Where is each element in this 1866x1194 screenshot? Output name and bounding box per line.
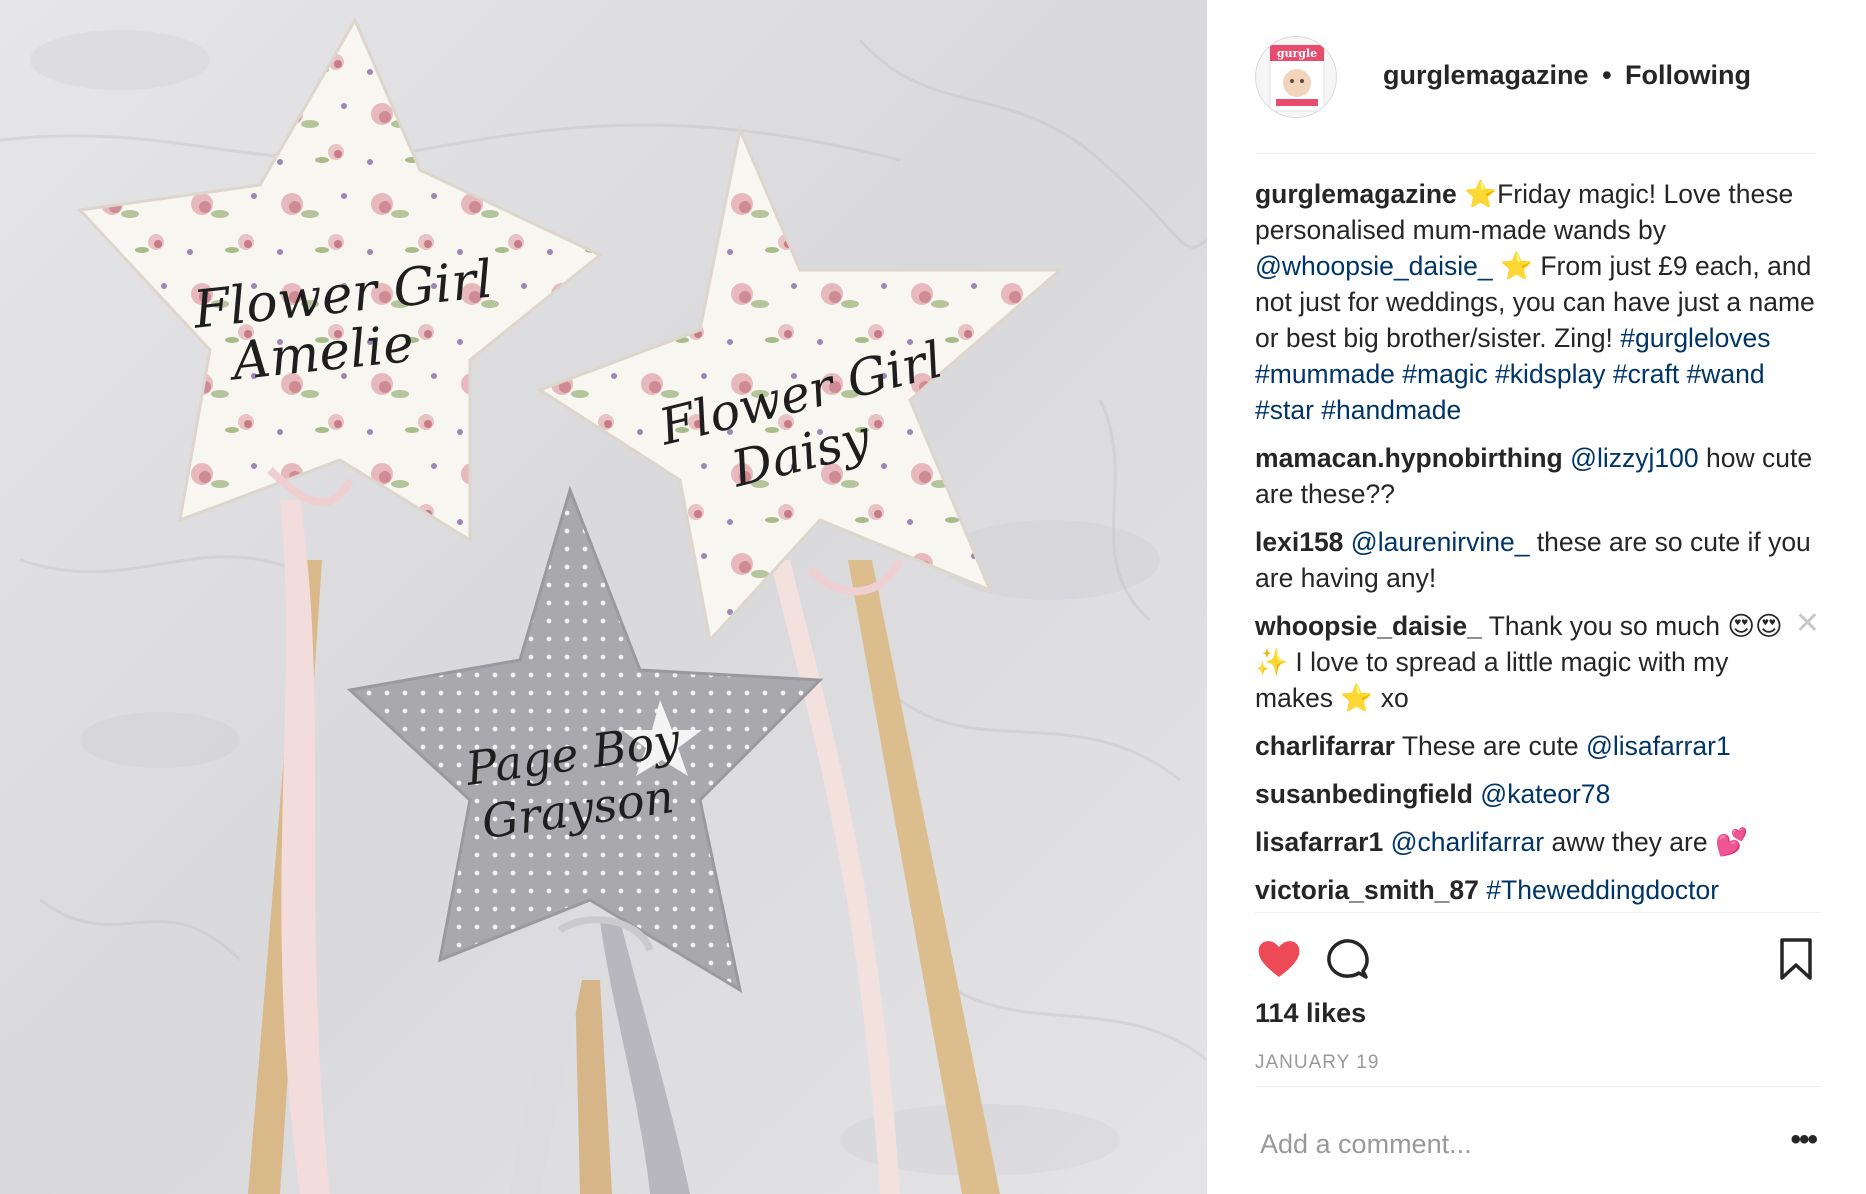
comment-item: mamacan.hypnobirthing @lizzyj100 how cut… — [1255, 440, 1820, 512]
caption-username[interactable]: gurglemagazine — [1255, 179, 1457, 209]
comment-username[interactable]: susanbedingfield — [1255, 779, 1473, 809]
header-text: gurglemagazine • Following — [1383, 60, 1751, 91]
comment-item: susanbedingfield @kateor78 — [1255, 776, 1820, 812]
post-photo[interactable]: Flower Girl Amelie Flower Girl Daisy Pag… — [0, 0, 1207, 1194]
comment-item: lisafarrar1 @charlifarrar aww they are 💕 — [1255, 824, 1820, 860]
comment-mention[interactable]: @charlifarrar — [1391, 827, 1545, 857]
comment-username[interactable]: lisafarrar1 — [1255, 827, 1383, 857]
caption-emoji: ⭐ — [1492, 251, 1541, 281]
caption-emoji: ⭐ — [1464, 179, 1498, 209]
comment-mention[interactable]: @lizzyj100 — [1570, 443, 1699, 473]
avatar[interactable]: gurgle — [1255, 36, 1337, 118]
comment-item: lexi158 @laurenirvine_ these are so cute… — [1255, 524, 1820, 596]
comment-username[interactable]: victoria_smith_87 — [1255, 875, 1479, 905]
action-bar — [1255, 912, 1820, 1012]
caption: gurglemagazine ⭐Friday magic! Love these… — [1255, 176, 1820, 428]
header-separator: • — [1602, 60, 1612, 90]
post-date: JANUARY 19 — [1255, 1052, 1380, 1073]
post-header: gurgle gurglemagazine • Following — [1255, 36, 1816, 154]
heart-icon[interactable] — [1255, 935, 1303, 983]
comments-list: gurglemagazine ⭐Friday magic! Love these… — [1255, 176, 1820, 920]
more-options-icon[interactable]: ••• — [1790, 1123, 1817, 1157]
avatar-brand-text: gurgle — [1277, 47, 1317, 60]
caption-mention[interactable]: @whoopsie_daisie_ — [1255, 251, 1493, 281]
comment-username[interactable]: charlifarrar — [1255, 731, 1395, 761]
follow-status-button[interactable]: Following — [1625, 60, 1751, 90]
post-photo-art: Flower Girl Amelie Flower Girl Daisy Pag… — [0, 0, 1207, 1194]
comment-hashtag[interactable]: #Theweddingdoctor — [1486, 875, 1719, 905]
comment-mention[interactable]: @kateor78 — [1480, 779, 1610, 809]
comment-item: charlifarrar These are cute @lisafarrar1 — [1255, 728, 1820, 764]
comment-item: whoopsie_daisie_ Thank you so much 😍😍✨ I… — [1255, 606, 1820, 716]
add-comment-bar: Add a comment... ••• — [1255, 1086, 1820, 1194]
comment-username[interactable]: lexi158 — [1255, 527, 1343, 557]
comment-mention[interactable]: @lisafarrar1 — [1586, 731, 1731, 761]
comment-bubble-icon[interactable] — [1323, 935, 1371, 983]
comment-item: victoria_smith_87 #Theweddingdoctor — [1255, 872, 1820, 908]
comment-mention[interactable]: @laurenirvine_ — [1351, 527, 1530, 557]
comment-text: These are cute — [1394, 731, 1586, 761]
bookmark-icon[interactable] — [1772, 935, 1820, 983]
comment-username[interactable]: whoopsie_daisie_ — [1255, 611, 1482, 641]
comment-username[interactable]: mamacan.hypnobirthing — [1255, 443, 1563, 473]
add-comment-input[interactable]: Add a comment... — [1260, 1129, 1472, 1160]
magazine-cover-icon: gurgle — [1269, 44, 1325, 112]
close-icon[interactable]: ✕ — [1795, 606, 1820, 642]
post-details-panel: gurgle gurglemagazine • Following gurgle… — [1207, 0, 1866, 1194]
likes-count[interactable]: 114 likes — [1255, 998, 1366, 1029]
comment-text: aww they are 💕 — [1544, 827, 1748, 857]
header-username[interactable]: gurglemagazine — [1383, 60, 1589, 90]
